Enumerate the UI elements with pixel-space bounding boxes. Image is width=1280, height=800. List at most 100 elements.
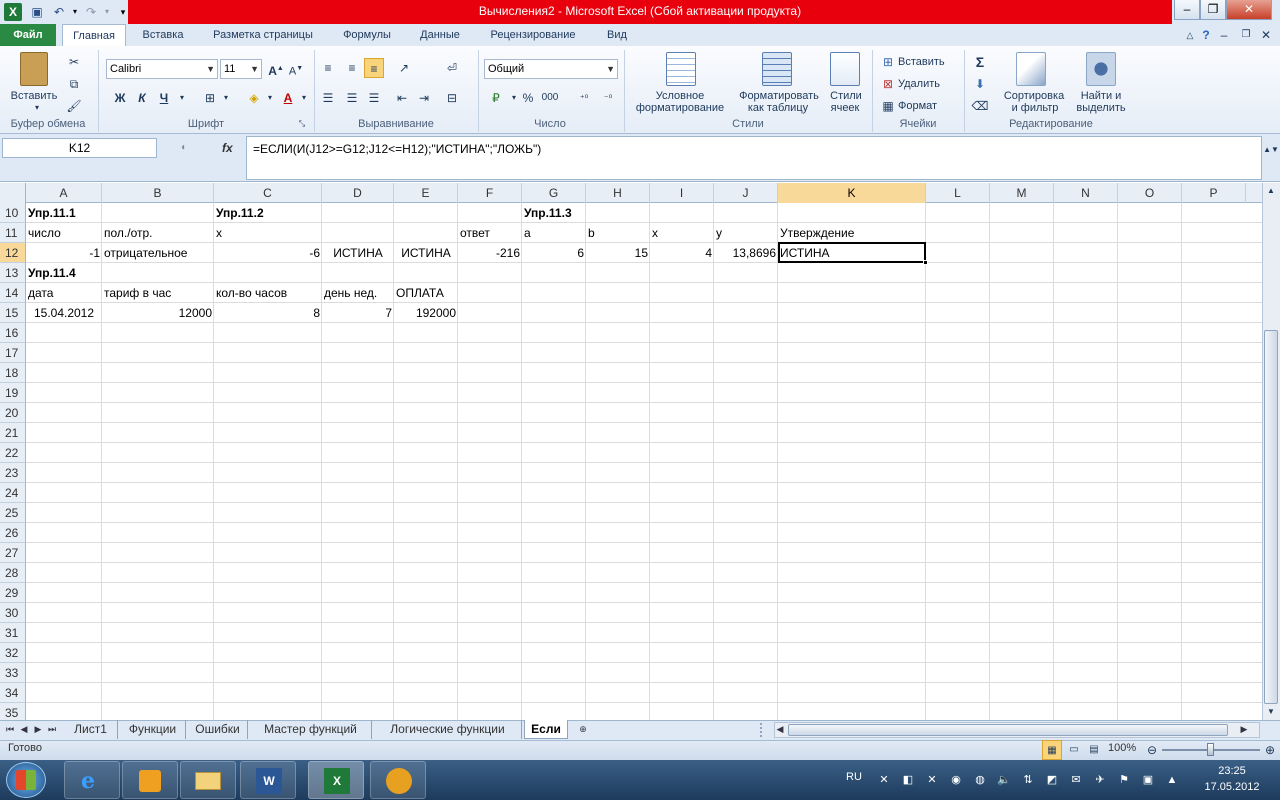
last-sheet-icon[interactable]: ⏭ (46, 722, 58, 736)
scroll-left-icon[interactable]: ◀ (774, 722, 786, 736)
sort-filter-label-2[interactable]: и фильтр (1002, 102, 1068, 114)
column-header-m[interactable]: M (990, 183, 1054, 203)
italic-button[interactable]: К (132, 88, 152, 108)
column-header-e[interactable]: E (394, 183, 458, 203)
cell-i11[interactable]: x (650, 223, 714, 243)
cell-a12[interactable]: -1 (26, 243, 102, 263)
increase-decimal-icon[interactable]: ⁺⁰ (574, 88, 594, 108)
maximize-button[interactable]: ❐ (1200, 0, 1226, 20)
find-select-icon[interactable] (1086, 52, 1116, 86)
autosum-button[interactable]: Σ (970, 52, 990, 72)
paste-button[interactable]: Вставить (4, 90, 64, 102)
decrease-indent-icon[interactable]: ⇤ (392, 88, 412, 108)
row-header-16[interactable]: 16 (0, 323, 26, 343)
underline-button[interactable]: Ч (154, 88, 174, 108)
row-header-18[interactable]: 18 (0, 363, 26, 383)
taskbar-explorer[interactable] (180, 761, 236, 799)
taskbar-ie[interactable]: e (64, 761, 120, 799)
zoom-out-icon[interactable]: ⊖ (1142, 740, 1162, 760)
delete-cells-button[interactable]: Удалить (898, 78, 962, 90)
row-header-21[interactable]: 21 (0, 423, 26, 443)
wb-restore-icon[interactable]: ❐ (1236, 25, 1256, 45)
cell-g12[interactable]: 6 (522, 243, 586, 263)
cell-d14[interactable]: день нед. (322, 283, 394, 303)
taskbar-word[interactable]: W (240, 761, 296, 799)
cell-c10[interactable]: Упр.11.2 (214, 203, 322, 223)
row-header-20[interactable]: 20 (0, 403, 26, 423)
align-middle-icon[interactable]: ≡ (342, 58, 362, 78)
customize-qat-icon[interactable]: ▾ (114, 3, 132, 21)
row-header-24[interactable]: 24 (0, 483, 26, 503)
cell-c15[interactable]: 8 (214, 303, 322, 323)
row-header-13[interactable]: 13 (0, 263, 26, 283)
cell-f11[interactable]: ответ (458, 223, 522, 243)
insert-cells-icon[interactable]: ⊞ (878, 52, 898, 72)
fill-color-dropdown-icon[interactable]: ▾ (260, 88, 280, 108)
column-header-l[interactable]: L (926, 183, 990, 203)
conditional-format-label-1[interactable]: Условное (630, 90, 730, 102)
sheet-tab-function-wizard[interactable]: Мастер функций (250, 720, 372, 739)
sheet-tab-if[interactable]: Если (524, 720, 568, 739)
cell-e15[interactable]: 192000 (394, 303, 458, 323)
cell-d15[interactable]: 7 (322, 303, 394, 323)
page-layout-view-icon[interactable]: ▭ (1064, 740, 1084, 760)
wrap-text-icon[interactable]: ⏎ (442, 58, 462, 78)
cell-a11[interactable]: число (26, 223, 102, 243)
clock-time[interactable]: 23:25 (1196, 765, 1268, 777)
number-format-combo[interactable]: Общий ▼ (484, 59, 618, 79)
column-header-d[interactable]: D (322, 183, 394, 203)
row-header-22[interactable]: 22 (0, 443, 26, 463)
column-header-n[interactable]: N (1054, 183, 1118, 203)
shrink-font-icon[interactable]: A▼ (286, 59, 306, 79)
cell-b15[interactable]: 12000 (102, 303, 214, 323)
sheet-tab-functions[interactable]: Функции (120, 720, 186, 739)
format-cells-icon[interactable]: ▦ (878, 96, 898, 116)
scroll-down-icon[interactable]: ▼ (1262, 704, 1280, 720)
clear-icon[interactable]: ⌫ (970, 96, 990, 116)
bold-button[interactable]: Ж (110, 88, 130, 108)
volume-icon[interactable]: 🔈 (996, 772, 1012, 788)
clock-date[interactable]: 17.05.2012 (1196, 781, 1268, 793)
column-header-o[interactable]: O (1118, 183, 1182, 203)
column-header-a[interactable]: A (26, 183, 102, 203)
format-as-table-label-1[interactable]: Форматировать (734, 90, 824, 102)
grow-font-icon[interactable]: A▲ (266, 59, 286, 79)
tray-icon-11[interactable]: ⚑ (1116, 772, 1132, 788)
close-button[interactable]: ✕ (1226, 0, 1272, 20)
tray-icon-3[interactable]: ✕ (924, 772, 940, 788)
page-break-view-icon[interactable]: ▤ (1084, 740, 1104, 760)
scroll-up-icon[interactable]: ▲ (1262, 183, 1280, 199)
cell-styles-label-1[interactable]: Стили (826, 90, 866, 102)
tray-icon-10[interactable]: ✈ (1092, 772, 1108, 788)
cell-h12[interactable]: 15 (586, 243, 650, 263)
column-header-c[interactable]: C (214, 183, 322, 203)
first-sheet-icon[interactable]: ⏮ (4, 722, 16, 736)
network-icon[interactable]: ⇅ (1020, 772, 1036, 788)
format-as-table-icon[interactable] (762, 52, 792, 86)
row-header-27[interactable]: 27 (0, 543, 26, 563)
cell-c11[interactable]: x (214, 223, 322, 243)
cell-g10[interactable]: Упр.11.3 (522, 203, 586, 223)
tab-page-layout[interactable]: Разметка страницы (200, 24, 326, 46)
cell-styles-label-2[interactable]: ячеек (822, 102, 868, 114)
font-color-dropdown-icon[interactable]: ▾ (294, 88, 314, 108)
column-header-i[interactable]: I (650, 183, 714, 203)
tab-insert[interactable]: Вставка (132, 24, 194, 46)
zoom-in-icon[interactable]: ⊕ (1260, 740, 1280, 760)
horizontal-scroll-thumb[interactable] (788, 724, 1228, 736)
tab-formulas[interactable]: Формулы (330, 24, 404, 46)
formula-input[interactable]: =ЕСЛИ(И(J12>=G12;J12<=H12);"ИСТИНА";"ЛОЖ… (246, 136, 1262, 180)
tray-icon-5[interactable]: ◍ (972, 772, 988, 788)
cell-b12[interactable]: отрицательное (102, 243, 214, 263)
fill-handle[interactable] (923, 260, 928, 265)
tab-data[interactable]: Данные (408, 24, 472, 46)
cell-j11[interactable]: y (714, 223, 778, 243)
expand-formula-bar-icon[interactable]: ▲▼ (1263, 140, 1279, 160)
insert-cells-button[interactable]: Вставить (898, 56, 962, 68)
row-header-30[interactable]: 30 (0, 603, 26, 623)
formula-bar-handle-icon[interactable]: ◖ (168, 138, 198, 158)
taskbar-app[interactable] (370, 761, 426, 799)
format-cells-button[interactable]: Формат (898, 100, 962, 112)
currency-icon[interactable]: ₽ (486, 88, 506, 108)
find-select-label-2[interactable]: выделить (1068, 102, 1134, 114)
